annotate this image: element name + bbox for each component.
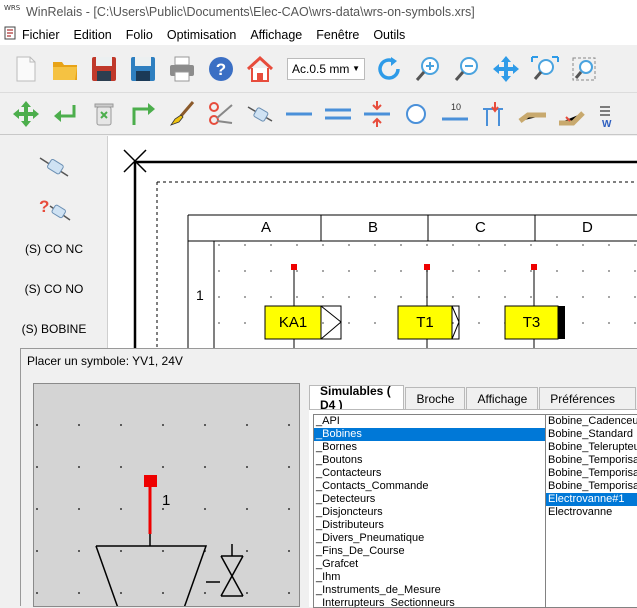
open-folder-icon[interactable]: [47, 51, 83, 87]
category-item[interactable]: _Interrupteurs_Sectionneurs: [314, 597, 545, 607]
coil-symbol-icon[interactable]: [0, 152, 108, 185]
save-as-icon[interactable]: [125, 51, 161, 87]
cut-wire-icon[interactable]: [359, 96, 395, 132]
terminal-icon[interactable]: [476, 96, 512, 132]
tab-broche[interactable]: Broche: [405, 387, 466, 409]
zoom-out-icon[interactable]: [449, 51, 485, 87]
help-icon[interactable]: ?: [203, 51, 239, 87]
symbol-item[interactable]: Bobine_Temporisation: [546, 480, 637, 493]
category-item[interactable]: _Divers_Pneumatique: [314, 532, 545, 545]
tab-preferences[interactable]: Préférences: [539, 387, 636, 409]
save-icon[interactable]: [86, 51, 122, 87]
cable-pen-icon[interactable]: [554, 96, 590, 132]
unknown-coil-symbol-icon[interactable]: ?: [0, 194, 108, 229]
scissors-icon[interactable]: [203, 96, 239, 132]
help-mark-text: ?: [39, 197, 49, 216]
more-icon[interactable]: W: [593, 96, 629, 132]
place-symbol-dialog: Placer un symbole: YV1, 24V 1 Simulables…: [20, 348, 637, 608]
line-width-select[interactable]: Ac.0.5 mm ▼: [287, 57, 365, 80]
symbol-item[interactable]: Bobine_Standard: [546, 428, 637, 441]
menu-outils[interactable]: Outils: [373, 28, 405, 42]
category-item[interactable]: _Distributeurs: [314, 519, 545, 532]
symbol-item[interactable]: Electrovanne#1: [546, 493, 637, 506]
zoom-fit-icon[interactable]: [527, 51, 563, 87]
title-bar: WRS WinRelais - [C:\Users\Public\Documen…: [0, 0, 637, 24]
category-item[interactable]: _Bobines: [314, 428, 545, 441]
app-logo-icon: WRS: [4, 4, 21, 12]
column-label-c: C: [475, 219, 486, 236]
tab-content: _API _Bobines _Bornes _Boutons _Contacteurs _…: [309, 409, 637, 608]
dialog-title: Placer un symbole: YV1, 24V: [27, 354, 183, 368]
symbol-item[interactable]: Bobine_Telerupteur: [546, 441, 637, 454]
menu-fichier[interactable]: Fichier: [22, 28, 60, 42]
refresh-icon[interactable]: [371, 51, 407, 87]
menu-bar: Fichier Edition Folio Optimisation Affic…: [0, 24, 637, 45]
symbol-item[interactable]: Electrovanne: [546, 506, 637, 519]
dialog-tabs: Simulables ( D4 ) Broche Affichage Préfé…: [309, 384, 637, 412]
wire-number-label: 10: [451, 101, 462, 112]
symbol-preview: 1: [33, 383, 300, 607]
coil-icon[interactable]: [242, 96, 278, 132]
pan-icon[interactable]: [488, 51, 524, 87]
corner-wire-icon[interactable]: [125, 96, 161, 132]
delete-icon[interactable]: [86, 96, 122, 132]
chevron-down-icon: ▼: [352, 64, 360, 73]
wire-number-icon[interactable]: 10: [437, 96, 473, 132]
brush-icon[interactable]: [164, 96, 200, 132]
svg-text:?: ?: [216, 60, 226, 79]
column-label-d: D: [582, 219, 593, 236]
print-icon[interactable]: [164, 51, 200, 87]
enter-icon[interactable]: [47, 96, 83, 132]
category-item[interactable]: _Disjoncteurs: [314, 506, 545, 519]
category-item[interactable]: _Detecteurs: [314, 493, 545, 506]
symbol-co-no[interactable]: (S) CO NO: [0, 282, 108, 296]
symbol-bobine[interactable]: (S) BOBINE: [0, 322, 108, 336]
tab-affichage[interactable]: Affichage: [466, 387, 539, 409]
category-item[interactable]: _Contacts_Commande: [314, 480, 545, 493]
component-ka1-label: KA1: [278, 314, 308, 331]
main-toolbar: ? Ac.0.5 mm ▼: [0, 45, 637, 93]
category-item[interactable]: _Bornes: [314, 441, 545, 454]
category-item[interactable]: _Boutons: [314, 454, 545, 467]
symbol-list[interactable]: Bobine_Cadenceur Bobine_Standard Bobine_Te…: [546, 414, 637, 608]
component-t3-label: T3: [522, 314, 541, 331]
home-icon[interactable]: [242, 51, 278, 87]
category-item[interactable]: _Grafcet: [314, 558, 545, 571]
line-width-value: Ac.0.5 mm: [292, 61, 350, 76]
menu-fenetre[interactable]: Fenêtre: [316, 28, 359, 42]
zoom-in-icon[interactable]: [410, 51, 446, 87]
drawing-toolbar: 10 W: [0, 93, 637, 135]
cable-icon[interactable]: [515, 96, 551, 132]
column-label-a: A: [261, 219, 272, 236]
category-item[interactable]: _Contacteurs: [314, 467, 545, 480]
circle-icon[interactable]: [398, 96, 434, 132]
category-item[interactable]: _API: [314, 415, 545, 428]
row-label: 1: [196, 287, 204, 303]
new-file-icon[interactable]: [8, 51, 44, 87]
menu-affichage[interactable]: Affichage: [250, 28, 302, 42]
component-t1-label: T1: [416, 314, 434, 331]
category-item[interactable]: _Instruments_de_Mesure: [314, 584, 545, 597]
menu-edition[interactable]: Edition: [74, 28, 112, 42]
symbol-item[interactable]: Bobine_Temporisation: [546, 454, 637, 467]
menu-optimisation[interactable]: Optimisation: [167, 28, 236, 42]
preview-pin-label: 1: [162, 492, 171, 509]
single-wire-icon[interactable]: [281, 96, 317, 132]
symbol-item[interactable]: Bobine_Cadenceur: [546, 415, 637, 428]
move-icon[interactable]: [8, 96, 44, 132]
tab-simulables[interactable]: Simulables ( D4 ): [309, 384, 405, 412]
svg-text:W: W: [602, 119, 612, 129]
symbol-item[interactable]: Bobine_Temporisation: [546, 467, 637, 480]
column-label-b: B: [368, 219, 379, 236]
document-menu-icon[interactable]: [4, 26, 18, 43]
zoom-window-icon[interactable]: [566, 51, 602, 87]
window-title: WinRelais - [C:\Users\Public\Documents\E…: [26, 5, 475, 19]
category-item[interactable]: _Ihm: [314, 571, 545, 584]
category-item[interactable]: _Fins_De_Course: [314, 545, 545, 558]
menu-folio[interactable]: Folio: [126, 28, 153, 42]
double-wire-icon[interactable]: [320, 96, 356, 132]
symbol-co-nc[interactable]: (S) CO NC: [0, 242, 108, 256]
category-list[interactable]: _API _Bobines _Bornes _Boutons _Contacteurs _…: [313, 414, 546, 608]
